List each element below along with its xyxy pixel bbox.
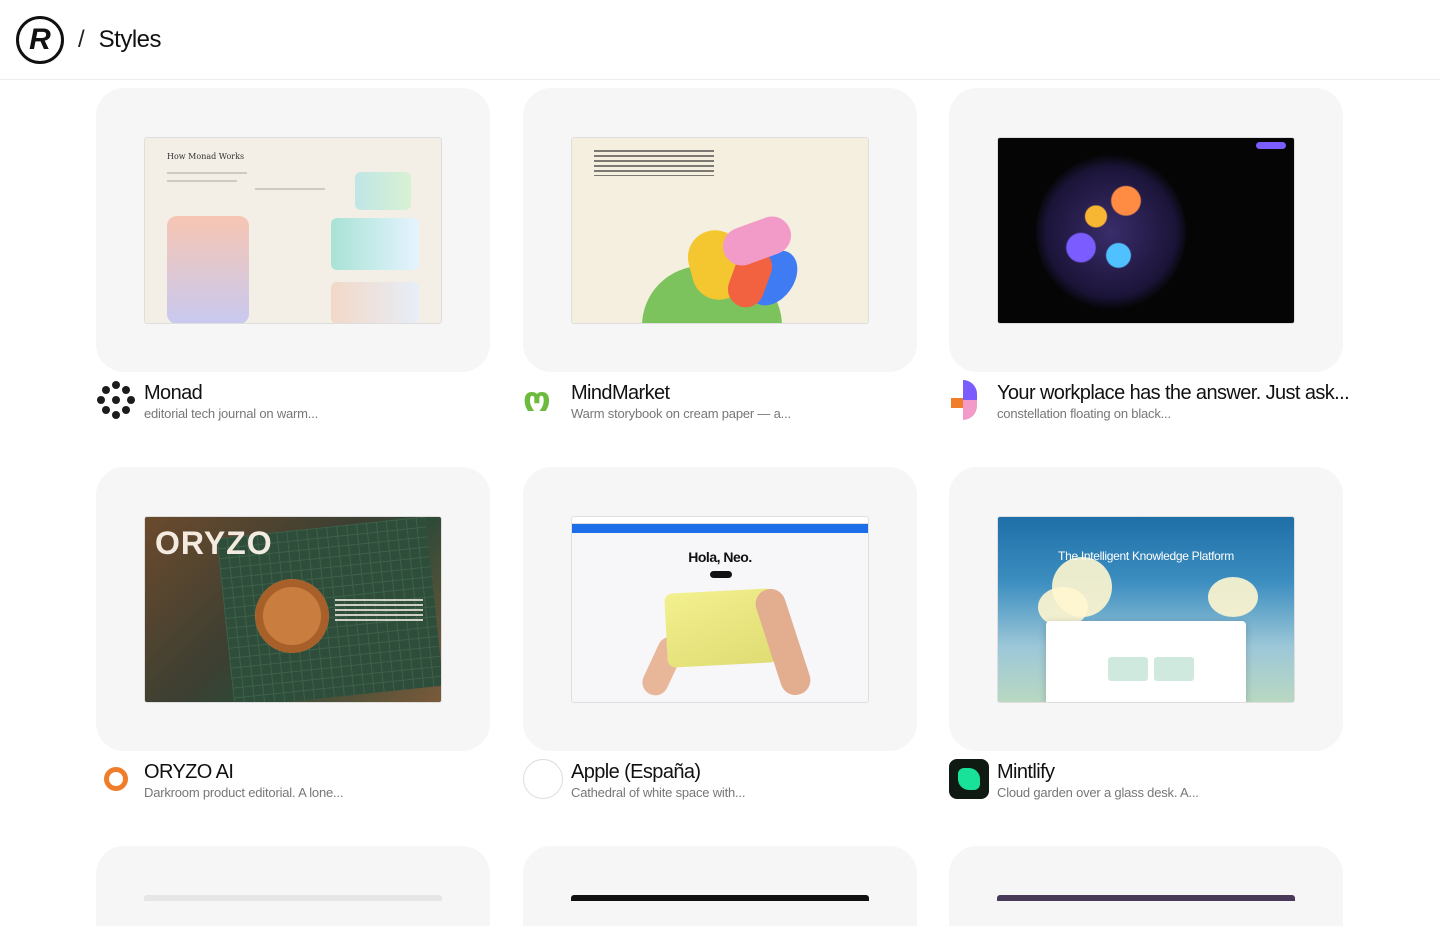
card-title[interactable]: ORYZO AI	[144, 759, 343, 785]
style-card-monad[interactable]: How Monad Works Monad editorial tech jou…	[96, 88, 490, 421]
glean-logo-icon	[949, 380, 989, 420]
home-logo-icon[interactable]: R	[16, 15, 64, 64]
thumb-text-block	[335, 599, 423, 621]
preview-screenshot	[997, 137, 1295, 324]
thumb-heading: Hola, Neo.	[688, 549, 752, 565]
card-meta: Your workplace has the answer. Just ask.…	[949, 380, 1369, 422]
card-meta: ო MindMarket Warm storybook on cream pap…	[523, 380, 943, 422]
style-card-workplace[interactable]: Your workplace has the answer. Just ask.…	[949, 88, 1350, 421]
top-bar: R / Styles	[0, 0, 1440, 80]
card-description: Warm storybook on cream paper — a...	[571, 406, 791, 421]
thumb-line	[255, 188, 325, 190]
card-description: Cloud garden over a glass desk. A...	[997, 785, 1199, 800]
card-meta: Monad editorial tech journal on warm...	[96, 380, 516, 422]
thumb-banner	[572, 524, 868, 533]
preview-screenshot	[571, 137, 869, 324]
card-description: constellation floating on black...	[997, 406, 1171, 421]
card-title[interactable]: Your workplace has the answer. Just ask.…	[997, 380, 1350, 406]
apple-logo-icon	[523, 759, 563, 799]
card-preview[interactable]	[523, 88, 917, 372]
monad-dots-icon	[96, 380, 136, 420]
preview-screenshot: How Monad Works	[144, 137, 442, 324]
card-description: Cathedral of white space with...	[571, 785, 746, 800]
style-card-partial[interactable]	[523, 846, 917, 926]
thumb-heading: The Intelligent Knowledge Platform	[1058, 549, 1234, 563]
preview-screenshot: ORYZO	[144, 516, 442, 703]
style-card-mintlify[interactable]: The Intelligent Knowledge Platform Mintl…	[949, 467, 1343, 800]
breadcrumb-current: Styles	[98, 25, 162, 53]
thumb-graphic	[255, 579, 329, 653]
mintlify-logo-icon	[949, 759, 989, 799]
card-preview[interactable]: ORYZO	[96, 467, 490, 751]
thumb-line	[167, 180, 237, 182]
card-title[interactable]: Monad	[144, 380, 318, 406]
thumb-graphic	[1108, 657, 1148, 681]
mindmarket-logo-icon: ო	[523, 380, 551, 420]
card-title[interactable]: MindMarket	[571, 380, 791, 406]
style-card-oryzo[interactable]: ORYZO ORYZO AI Darkroom product editoria…	[96, 467, 490, 800]
card-meta: ORYZO AI Darkroom product editorial. A l…	[96, 759, 516, 801]
thumb-graphic	[331, 218, 419, 270]
thumb-button	[710, 571, 732, 578]
preview-screenshot: The Intelligent Knowledge Platform	[997, 516, 1295, 703]
card-meta: Mintlify Cloud garden over a glass desk.…	[949, 759, 1369, 801]
thumb-nav	[572, 517, 868, 524]
thumb-text-block	[594, 150, 714, 176]
card-title[interactable]: Apple (España)	[571, 759, 745, 785]
thumb-graphic	[167, 216, 249, 323]
thumb-graphic	[1208, 577, 1258, 617]
thumb-graphic	[1154, 657, 1194, 681]
card-preview[interactable]: How Monad Works	[96, 88, 490, 372]
preview-screenshot: Hola, Neo.	[571, 516, 869, 703]
card-description: Darkroom product editorial. A lone...	[144, 785, 344, 800]
card-preview[interactable]: Hola, Neo.	[523, 467, 917, 751]
thumb-wordmark: ORYZO	[155, 525, 273, 561]
style-card-apple[interactable]: Hola, Neo. Apple (España) Cathedral of w…	[523, 467, 917, 800]
breadcrumb-separator: /	[78, 25, 85, 53]
thumb-line	[167, 172, 247, 174]
card-description: editorial tech journal on warm...	[144, 406, 319, 421]
style-card-partial[interactable]	[949, 846, 1343, 926]
thumb-graphic	[1036, 154, 1186, 310]
oryzo-ring-icon	[96, 759, 136, 799]
card-preview[interactable]	[949, 88, 1343, 372]
style-card-mindmarket[interactable]: ო MindMarket Warm storybook on cream pap…	[523, 88, 917, 421]
card-preview[interactable]: The Intelligent Knowledge Platform	[949, 467, 1343, 751]
thumb-heading: How Monad Works	[167, 152, 245, 161]
card-title[interactable]: Mintlify	[997, 759, 1199, 785]
thumb-graphic	[1256, 142, 1286, 149]
card-meta: Apple (España) Cathedral of white space …	[523, 759, 943, 801]
style-card-partial[interactable]	[96, 846, 490, 926]
thumb-graphic	[355, 172, 411, 210]
thumb-graphic	[331, 282, 419, 323]
